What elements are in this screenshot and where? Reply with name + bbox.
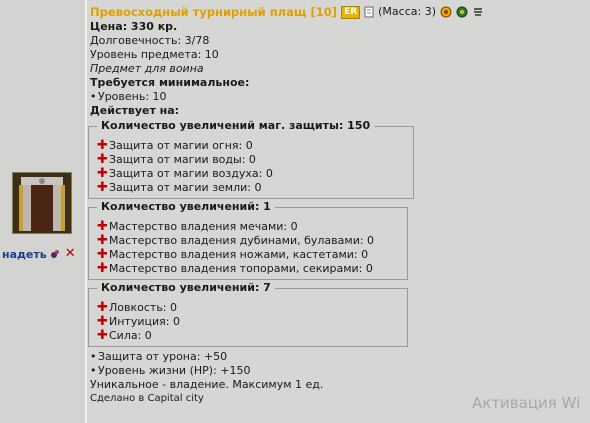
- stat-line: ✚Защита от магии земли: 0: [97, 180, 262, 195]
- plus-icon: ✚: [97, 300, 108, 315]
- item-durability: Долговечность: 3/78: [90, 34, 210, 47]
- plus-icon: ✚: [97, 328, 108, 343]
- mastery-group: Количество увеличений: 1 ✚Мастерство вла…: [88, 200, 408, 280]
- plus-icon: ✚: [97, 138, 108, 153]
- scales-icon: [474, 8, 482, 16]
- effects-header: Действует на:: [90, 104, 180, 117]
- equip-link[interactable]: надеть: [2, 248, 47, 261]
- delete-icon[interactable]: ✕: [65, 247, 76, 260]
- stat-line: ✚Мастерство владения ножами, кастетами: …: [97, 247, 369, 262]
- stat-line: ✚Сила: 0: [97, 328, 152, 343]
- group-title: Количество увеличений маг. защиты: 150: [97, 119, 375, 133]
- plus-icon: ✚: [97, 233, 108, 248]
- bonus-hp: • Уровень жизни (HP): +150: [90, 364, 251, 377]
- stat-line: ✚Защита от магии воды: 0: [97, 152, 256, 167]
- item-details: Превосходный турнирный плащ [10] ER (Мас…: [88, 4, 585, 406]
- plus-icon: ✚: [97, 219, 108, 234]
- column-divider: [85, 0, 87, 423]
- activation-watermark: Активация Wi: [472, 394, 581, 412]
- document-icon[interactable]: [364, 6, 374, 18]
- item-class-note: Предмет для воина: [90, 62, 204, 75]
- er-badge: ER: [341, 5, 361, 19]
- plus-icon: ✚: [97, 180, 108, 195]
- artifact-icon: [440, 6, 452, 18]
- gem-icon[interactable]: [50, 249, 60, 259]
- bonus-damage-defense: • Защита от урона: +50: [90, 350, 228, 363]
- group-title: Количество увеличений: 1: [97, 200, 275, 214]
- stat-line: ✚Мастерство владения мечами: 0: [97, 219, 298, 234]
- item-title: Превосходный турнирный плащ [10]: [90, 5, 338, 19]
- plus-icon: ✚: [97, 314, 108, 329]
- group-title: Количество увеличений: 7: [97, 281, 275, 295]
- stat-line: ✚Защита от магии огня: 0: [97, 138, 253, 153]
- item-price: Цена: 330 кр.: [90, 20, 178, 33]
- bless-icon: [456, 6, 468, 18]
- equip-row: надеть ✕: [2, 247, 76, 261]
- item-mass: (Масса: 3): [378, 5, 436, 18]
- stat-line: ✚Защита от магии воздуха: 0: [97, 166, 273, 181]
- requirement-level: • Уровень: 10: [90, 90, 167, 103]
- plus-icon: ✚: [97, 261, 108, 276]
- item-level: Уровень предмета: 10: [90, 48, 219, 61]
- item-image[interactable]: [12, 172, 72, 234]
- stat-line: ✚Мастерство владения дубинами, булавами:…: [97, 233, 375, 248]
- plus-icon: ✚: [97, 247, 108, 262]
- plus-icon: ✚: [97, 152, 108, 167]
- unique-note: Уникальное - владение. Максимум 1 ед.: [90, 378, 324, 391]
- item-title-row: Превосходный турнирный плащ [10] ER (Мас…: [90, 4, 585, 20]
- stat-line: ✚Мастерство владения топорами, секирами:…: [97, 261, 373, 276]
- requires-header: Требуется минимальное:: [90, 76, 250, 89]
- stat-line: ✚Ловкость: 0: [97, 300, 177, 315]
- magic-defense-group: Количество увеличений маг. защиты: 150 ✚…: [88, 119, 414, 199]
- attributes-group: Количество увеличений: 7 ✚Ловкость: 0 ✚И…: [88, 281, 408, 347]
- stat-line: ✚Интуиция: 0: [97, 314, 180, 329]
- plus-icon: ✚: [97, 166, 108, 181]
